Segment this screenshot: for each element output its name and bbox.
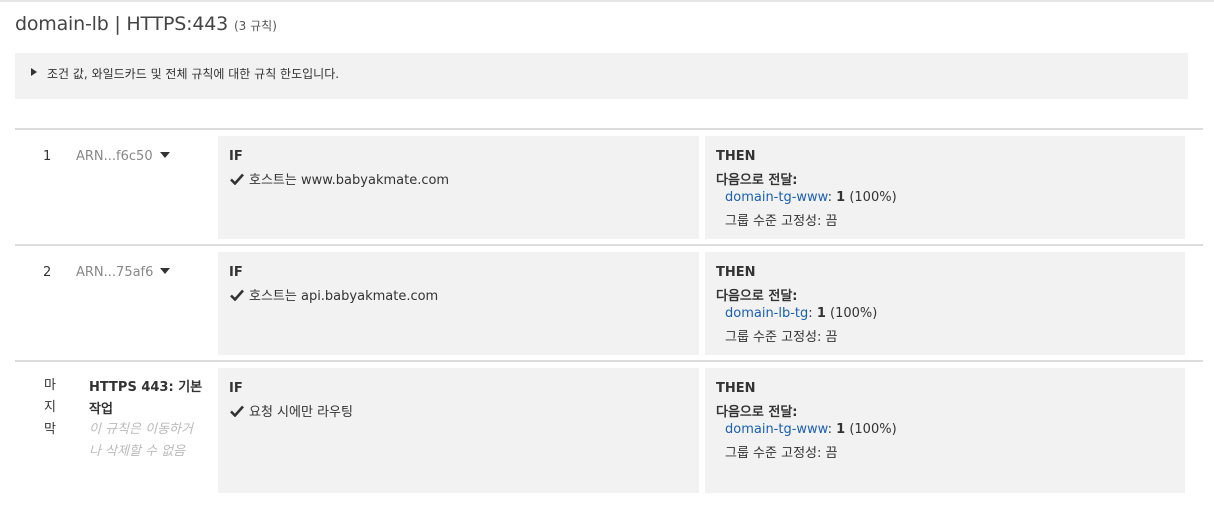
rule-divider (15, 128, 1203, 130)
then-panel: THEN 다음으로 전달: domain-tg-www: 1 (100%) 그룹… (705, 136, 1185, 239)
condition-text: 호스트는 www.babyakmate.com (249, 173, 450, 188)
if-label: IF (229, 149, 243, 164)
weight-percent: (100%) (849, 190, 897, 205)
if-panel: IF 호스트는 www.babyakmate.com (218, 136, 699, 239)
target-group-line: domain-tg-www: 1 (100%) (725, 190, 897, 205)
target-group-line: domain-lb-tg: 1 (100%) (725, 306, 877, 321)
stickiness: 그룹 수준 고정성: 끔 (725, 330, 838, 345)
rule-number: 마지막 (44, 378, 56, 437)
condition: 호스트는 www.babyakmate.com (230, 169, 449, 188)
weight-colon: : (827, 190, 832, 205)
target-group-link[interactable]: domain-tg-www (725, 190, 828, 205)
rule-number: 1 (43, 149, 52, 164)
rule-number: 2 (43, 265, 52, 280)
target-group-line: domain-tg-www: 1 (100%) (725, 422, 897, 437)
then-label: THEN (716, 381, 756, 396)
checkmark-icon (230, 173, 244, 185)
stickiness: 그룹 수준 고정성: 끔 (725, 446, 838, 461)
rule-divider (15, 360, 1203, 362)
condition: 호스트는 api.babyakmate.com (230, 285, 438, 304)
weight: 1 (836, 422, 846, 437)
then-label: THEN (716, 149, 756, 164)
caret-down-icon[interactable] (159, 152, 170, 158)
weight-percent: (100%) (830, 306, 878, 321)
condition: 요청 시에만 라우팅 (230, 401, 353, 420)
if-panel: IF 요청 시에만 라우팅 (218, 368, 699, 493)
default-rule-note: 이 규칙은 이동하거나 삭제할 수 없음 (89, 422, 193, 459)
rule-limits-info[interactable]: 조건 값, 와일드카드 및 전체 규칙에 대한 규칙 한도입니다. (15, 53, 1188, 99)
then-panel: THEN 다음으로 전달: domain-lb-tg: 1 (100%) 그룹 … (705, 252, 1185, 355)
default-rule-name: HTTPS 443: 기본 작업 (89, 380, 203, 417)
target-group-link[interactable]: domain-lb-tg (725, 306, 808, 321)
caret-right-icon[interactable] (31, 68, 37, 76)
weight-percent: (100%) (849, 422, 897, 437)
rule-divider (15, 244, 1203, 246)
if-label: IF (229, 265, 243, 280)
rule-count: (3 규칙) (233, 19, 277, 33)
if-panel: IF 호스트는 api.babyakmate.com (218, 252, 699, 355)
rule-limits-toggle[interactable]: 조건 값, 와일드카드 및 전체 규칙에 대한 규칙 한도입니다. (47, 65, 339, 82)
then-label: THEN (716, 265, 756, 280)
condition-text: 요청 시에만 라우팅 (249, 405, 353, 420)
listener-title: domain-lb | HTTPS:443 (15, 13, 228, 35)
if-label: IF (229, 381, 243, 396)
top-border (0, 0, 1214, 2)
weight: 1 (816, 306, 826, 321)
rule-arn-dropdown[interactable]: ARN...75af6 (76, 265, 171, 280)
weight: 1 (836, 190, 846, 205)
listener-header: domain-lb | HTTPS:443 (3 규칙) (15, 13, 277, 35)
forward-label: 다음으로 전달: (716, 405, 798, 420)
rule-arn[interactable]: ARN...f6c50 (76, 149, 153, 164)
forward-label: 다음으로 전달: (716, 173, 798, 188)
checkmark-icon (230, 289, 244, 301)
target-group-link[interactable]: domain-tg-www (725, 422, 828, 437)
weight-colon: : (808, 306, 813, 321)
stickiness: 그룹 수준 고정성: 끔 (725, 214, 838, 229)
condition-text: 호스트는 api.babyakmate.com (249, 289, 439, 304)
checkmark-icon (230, 405, 244, 417)
rule-arn-dropdown[interactable]: ARN...f6c50 (76, 149, 170, 164)
rule-arn[interactable]: ARN...75af6 (76, 265, 153, 280)
forward-label: 다음으로 전달: (716, 289, 798, 304)
weight-colon: : (827, 422, 832, 437)
then-panel: THEN 다음으로 전달: domain-tg-www: 1 (100%) 그룹… (705, 368, 1185, 493)
caret-down-icon[interactable] (160, 268, 171, 274)
